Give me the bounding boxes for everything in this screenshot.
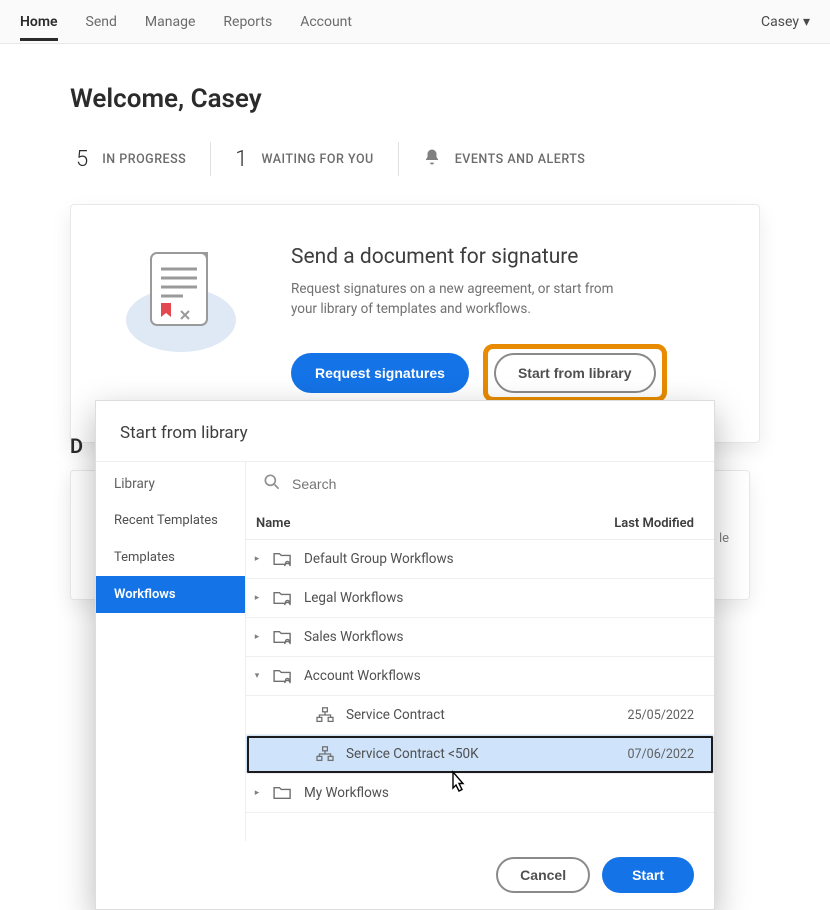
welcome-heading: Welcome, Casey (70, 84, 760, 114)
status-row: 5 IN PROGRESS 1 WAITING FOR YOU EVENTS A… (70, 142, 760, 176)
hero-description: Request signatures on a new agreement, o… (291, 279, 631, 320)
row-date: 07/06/2022 (627, 747, 694, 762)
user-menu[interactable]: Casey ▾ (761, 14, 810, 30)
bell-icon (423, 148, 441, 171)
hero-text: Send a document for signature Request si… (291, 245, 667, 402)
workflow-icon (314, 745, 336, 763)
nav-account[interactable]: Account (300, 2, 352, 41)
nav-send[interactable]: Send (86, 2, 117, 41)
start-from-library-button[interactable]: Start from library (494, 353, 656, 393)
workflow-icon (314, 706, 336, 724)
expand-toggle-icon[interactable]: ▸ (252, 632, 262, 642)
start-from-library-modal: Start from library Library Recent Templa… (95, 400, 715, 910)
status-in-progress[interactable]: 5 IN PROGRESS (70, 147, 210, 172)
search-input[interactable] (292, 476, 698, 492)
sidebar-item-templates[interactable]: Templates (96, 539, 245, 576)
row-label: Service Contract (346, 707, 617, 723)
column-modified: Last Modified (614, 516, 694, 531)
workflow-list: ▸ Default Group Workflows ▸ Legal Workflows… (246, 540, 714, 841)
row-label: Default Group Workflows (304, 551, 684, 567)
folder-shared-icon (272, 589, 294, 607)
modal-sidebar: Library Recent Templates Templates Workf… (96, 462, 246, 841)
list-header: Name Last Modified (246, 506, 714, 540)
expand-toggle-icon[interactable]: ▸ (252, 788, 262, 798)
status-label: WAITING FOR YOU (261, 152, 373, 167)
document-illustration (111, 245, 241, 355)
list-row[interactable]: Service Contract 25/05/2022 (246, 696, 714, 735)
row-label: Sales Workflows (304, 629, 684, 645)
sidebar-item-workflows[interactable]: Workflows (96, 576, 245, 613)
status-waiting[interactable]: 1 WAITING FOR YOU (211, 147, 397, 172)
row-date: 25/05/2022 (627, 708, 694, 723)
request-signatures-button[interactable]: Request signatures (291, 353, 469, 393)
modal-title: Start from library (96, 401, 714, 461)
sidebar-item-recent-templates[interactable]: Recent Templates (96, 502, 245, 539)
folder-icon (272, 784, 294, 802)
list-row[interactable]: ▸ Default Group Workflows (246, 540, 714, 579)
expand-toggle-icon[interactable]: ▸ (252, 554, 262, 564)
column-name: Name (256, 516, 290, 531)
chevron-down-icon: ▾ (803, 14, 810, 30)
row-label: My Workflows (304, 785, 684, 801)
nav-manage[interactable]: Manage (145, 2, 195, 41)
list-row[interactable]: ▾ Account Workflows (246, 657, 714, 696)
tutorial-highlight: Start from library (483, 344, 667, 402)
start-button[interactable]: Start (602, 857, 694, 893)
nav-home[interactable]: Home (20, 2, 58, 41)
row-label: Legal Workflows (304, 590, 684, 606)
status-count: 1 (235, 147, 247, 172)
folder-shared-icon (272, 550, 294, 568)
cancel-button[interactable]: Cancel (496, 857, 590, 893)
user-name: Casey (761, 14, 799, 30)
hero-title: Send a document for signature (291, 245, 667, 269)
nav-reports[interactable]: Reports (223, 2, 272, 41)
search-icon (262, 472, 282, 496)
list-row[interactable]: Service Contract <50K 07/06/2022 (246, 735, 714, 774)
status-count: 5 (76, 147, 88, 172)
expand-toggle-icon[interactable]: ▾ (252, 671, 262, 681)
status-label: EVENTS AND ALERTS (455, 152, 586, 167)
truncated-text: le (719, 531, 729, 546)
truncated-heading: D (70, 434, 83, 458)
status-label: IN PROGRESS (102, 152, 186, 167)
sidebar-heading: Library (96, 462, 245, 502)
expand-toggle-icon[interactable]: ▸ (252, 593, 262, 603)
status-events[interactable]: EVENTS AND ALERTS (399, 148, 610, 171)
list-row[interactable]: ▸ Legal Workflows (246, 579, 714, 618)
list-row[interactable]: ▸ Sales Workflows (246, 618, 714, 657)
top-nav: Home Send Manage Reports Account Casey ▾ (0, 0, 830, 44)
row-label: Service Contract <50K (346, 746, 617, 762)
folder-shared-icon (272, 667, 294, 685)
search-row (246, 462, 714, 506)
list-row[interactable]: ▸ My Workflows (246, 774, 714, 813)
folder-shared-icon (272, 628, 294, 646)
row-label: Account Workflows (304, 668, 684, 684)
